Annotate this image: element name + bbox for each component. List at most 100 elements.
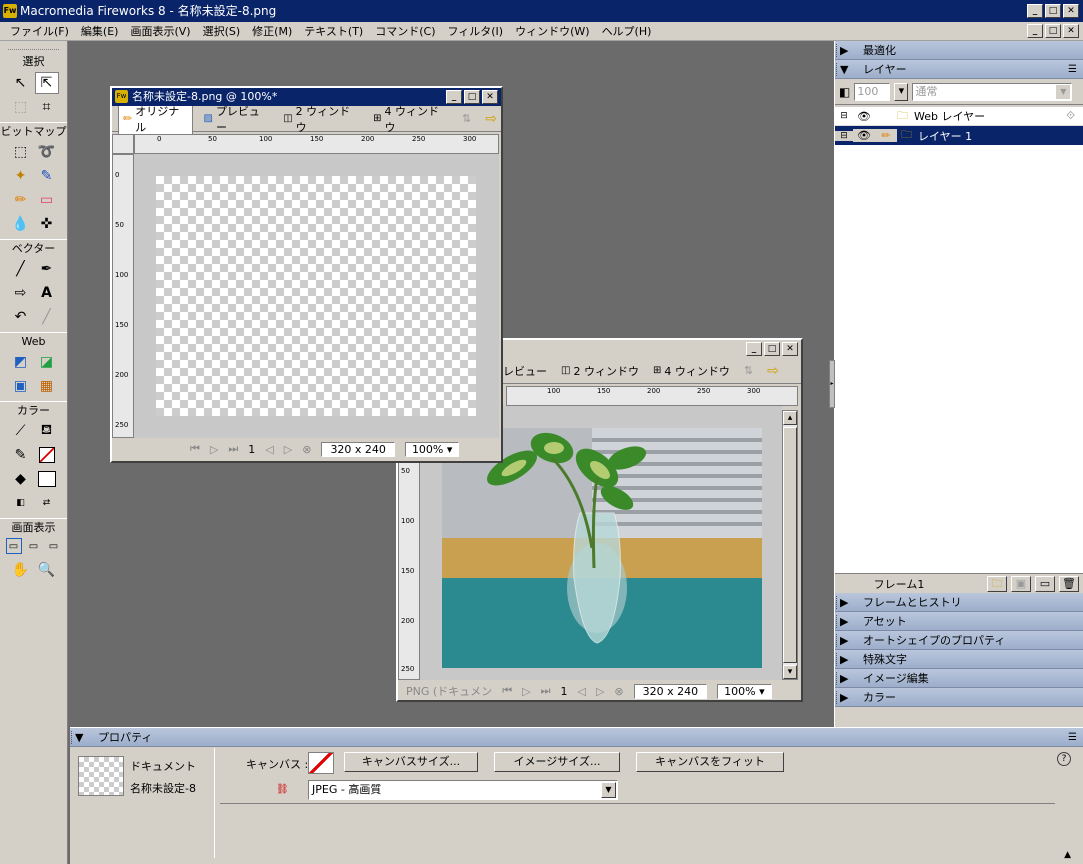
opacity-slider-button[interactable]: ▾ xyxy=(894,82,909,101)
edit-pencil-icon[interactable]: ✏ xyxy=(875,129,897,142)
hide-hotspots-icon[interactable]: ▣ xyxy=(9,375,33,397)
pointer-tool-icon[interactable]: ↖ xyxy=(9,72,33,94)
collapse-properties-icon[interactable]: ▲ xyxy=(1064,850,1071,860)
doc2-export-icon[interactable]: ⇅ xyxy=(740,362,757,379)
lasso-tool-icon[interactable]: ➰ xyxy=(35,141,59,163)
panel-layers-header[interactable]: ▼ レイヤー ☰ xyxy=(835,60,1083,79)
menu-view[interactable]: 画面表示(V) xyxy=(124,22,196,40)
doc1-zoom-select[interactable]: 100% ▾ xyxy=(404,441,460,457)
prev-frame-icon[interactable]: ◁ xyxy=(577,685,585,698)
eraser-tool-icon[interactable]: ▭ xyxy=(35,189,59,211)
canvas-color-swatch[interactable] xyxy=(308,752,334,774)
paint-bucket-tool-icon[interactable]: ⛾ xyxy=(35,420,59,442)
play-icon[interactable]: ▷ xyxy=(522,685,530,698)
doc2-minimize-button[interactable]: _ xyxy=(746,342,762,356)
pencil-tool-icon[interactable]: ✏ xyxy=(9,189,33,211)
crop-tool-icon[interactable]: ⌗ xyxy=(35,96,59,118)
play-icon[interactable]: ▷ xyxy=(210,443,218,456)
last-frame-icon[interactable]: ⏭ xyxy=(228,442,238,456)
stop-icon[interactable]: ⊗ xyxy=(614,685,623,698)
doc1-close-button[interactable]: ✕ xyxy=(482,90,498,104)
doc2-maximize-button[interactable]: □ xyxy=(764,342,780,356)
first-frame-icon[interactable]: ⏮ xyxy=(190,442,200,456)
freeform-tool-icon[interactable]: ↶ xyxy=(9,306,33,328)
doc-close-button[interactable]: ✕ xyxy=(1063,24,1079,38)
menu-commands[interactable]: コマンド(C) xyxy=(369,22,441,40)
fit-canvas-button[interactable]: キャンバスをフィット xyxy=(636,752,784,772)
doc-minimize-button[interactable]: _ xyxy=(1027,24,1043,38)
blend-mode-select[interactable]: 通常 ▼ xyxy=(912,82,1073,101)
doc1-minimize-button[interactable]: _ xyxy=(446,90,462,104)
last-frame-icon[interactable]: ⏭ xyxy=(541,684,551,698)
zoom-tool-icon[interactable]: 🔍 xyxy=(35,559,59,581)
new-layer-button[interactable]: 🗀 xyxy=(987,575,1007,592)
panel-assets-header[interactable]: ▶ アセット xyxy=(835,612,1083,631)
visibility-eye-icon[interactable]: 👁 xyxy=(853,129,875,142)
pen-tool-icon[interactable]: ✒ xyxy=(35,258,59,280)
slice-tool-icon[interactable]: ◪ xyxy=(35,351,59,373)
hotspot-tool-icon[interactable]: ◩ xyxy=(9,351,33,373)
maximize-button[interactable]: □ xyxy=(1045,4,1061,18)
canvas-size-button[interactable]: キャンバスサイズ... xyxy=(344,752,478,772)
show-slices-icon[interactable]: ▦ xyxy=(35,375,59,397)
stop-icon[interactable]: ⊗ xyxy=(302,443,311,456)
full-screen-icon[interactable]: ▭ xyxy=(46,538,62,554)
scroll-thumb[interactable] xyxy=(783,427,797,663)
full-screen-menus-icon[interactable]: ▭ xyxy=(26,538,42,554)
delete-layer-button[interactable]: 🗑 xyxy=(1059,575,1079,592)
magic-wand-tool-icon[interactable]: ✦ xyxy=(9,165,33,187)
doc2-vertical-scrollbar[interactable]: ▴ ▾ xyxy=(782,410,798,680)
rubber-stamp-tool-icon[interactable]: ✜ xyxy=(35,213,59,235)
stroke-color-icon[interactable]: ✎ xyxy=(9,444,33,466)
doc2-tab-4up[interactable]: ⊞ 4 ウィンドウ xyxy=(649,361,734,381)
expand-icon[interactable]: ⊟ xyxy=(835,130,853,141)
help-icon[interactable]: ? xyxy=(1057,752,1071,766)
opacity-field[interactable]: 100 xyxy=(854,82,891,101)
doc1-maximize-button[interactable]: □ xyxy=(464,90,480,104)
panel-optimize-header[interactable]: ▶ 最適化 xyxy=(835,41,1083,60)
panel-options-icon[interactable]: ☰ xyxy=(1068,728,1077,747)
panel-frames-history-header[interactable]: ▶ フレームとヒストリ xyxy=(835,593,1083,612)
doc2-quick-export-icon[interactable]: ⇨ xyxy=(763,361,783,381)
default-colors-icon[interactable]: ◧ xyxy=(9,492,33,514)
scroll-down-button[interactable]: ▾ xyxy=(783,665,797,679)
next-frame-icon[interactable]: ▷ xyxy=(284,443,292,456)
doc1-transparent-canvas[interactable] xyxy=(156,176,476,416)
blur-tool-icon[interactable]: 💧 xyxy=(9,213,33,235)
menu-filters[interactable]: フィルタ(I) xyxy=(441,22,509,40)
doc1-export-icon[interactable]: ⇅ xyxy=(458,110,475,127)
visibility-eye-icon[interactable]: 👁 xyxy=(853,110,875,123)
expand-icon[interactable]: ⊟ xyxy=(835,111,853,121)
menu-modify[interactable]: 修正(M) xyxy=(246,22,298,40)
eyedropper-tool-icon[interactable]: ⟋ xyxy=(9,420,33,442)
export-format-select[interactable]: JPEG - 高画質 ▼ xyxy=(308,780,618,800)
menu-help[interactable]: ヘルプ(H) xyxy=(596,22,658,40)
next-frame-icon[interactable]: ▷ xyxy=(596,685,604,698)
menu-window[interactable]: ウィンドウ(W) xyxy=(509,22,595,40)
hand-tool-icon[interactable]: ✋ xyxy=(9,559,33,581)
menu-file[interactable]: ファイル(F) xyxy=(4,22,75,40)
properties-header[interactable]: ▼ プロパティ ☰ xyxy=(70,728,1083,747)
layer-row-selected[interactable]: ⊟ 👁 ✏ 🗀 レイヤー 1 xyxy=(835,126,1083,145)
scale-tool-icon[interactable]: ⬚ xyxy=(9,96,33,118)
menu-select[interactable]: 選択(S) xyxy=(197,22,247,40)
menu-text[interactable]: テキスト(T) xyxy=(298,22,369,40)
layer-mask-icon[interactable]: ◧ xyxy=(839,85,850,99)
panel-dock-collapse-handle[interactable]: ▸ xyxy=(829,360,835,408)
marquee-tool-icon[interactable]: ⬚ xyxy=(9,141,33,163)
scroll-up-button[interactable]: ▴ xyxy=(783,411,797,425)
swap-colors-icon[interactable]: ⇄ xyxy=(35,492,59,514)
doc1-quick-export-icon[interactable]: ⇨ xyxy=(481,109,501,129)
knife-tool-icon[interactable]: ╱ xyxy=(35,306,59,328)
doc-restore-button[interactable]: □ xyxy=(1045,24,1061,38)
line-tool-icon[interactable]: ╱ xyxy=(9,258,33,280)
panel-special-chars-header[interactable]: ▶ 特殊文字 xyxy=(835,650,1083,669)
image-size-button[interactable]: イメージサイズ... xyxy=(494,752,620,772)
text-tool-icon[interactable]: A xyxy=(35,282,59,304)
panel-colors-header[interactable]: ▶ カラー xyxy=(835,688,1083,707)
doc2-zoom-select[interactable]: 100% ▾ xyxy=(717,683,772,699)
new-bitmap-button[interactable]: ▣ xyxy=(1011,575,1031,592)
menu-edit[interactable]: 編集(E) xyxy=(75,22,125,40)
subselect-tool-icon[interactable]: ⇱ xyxy=(34,72,59,94)
fill-color-swatch[interactable] xyxy=(35,468,59,490)
